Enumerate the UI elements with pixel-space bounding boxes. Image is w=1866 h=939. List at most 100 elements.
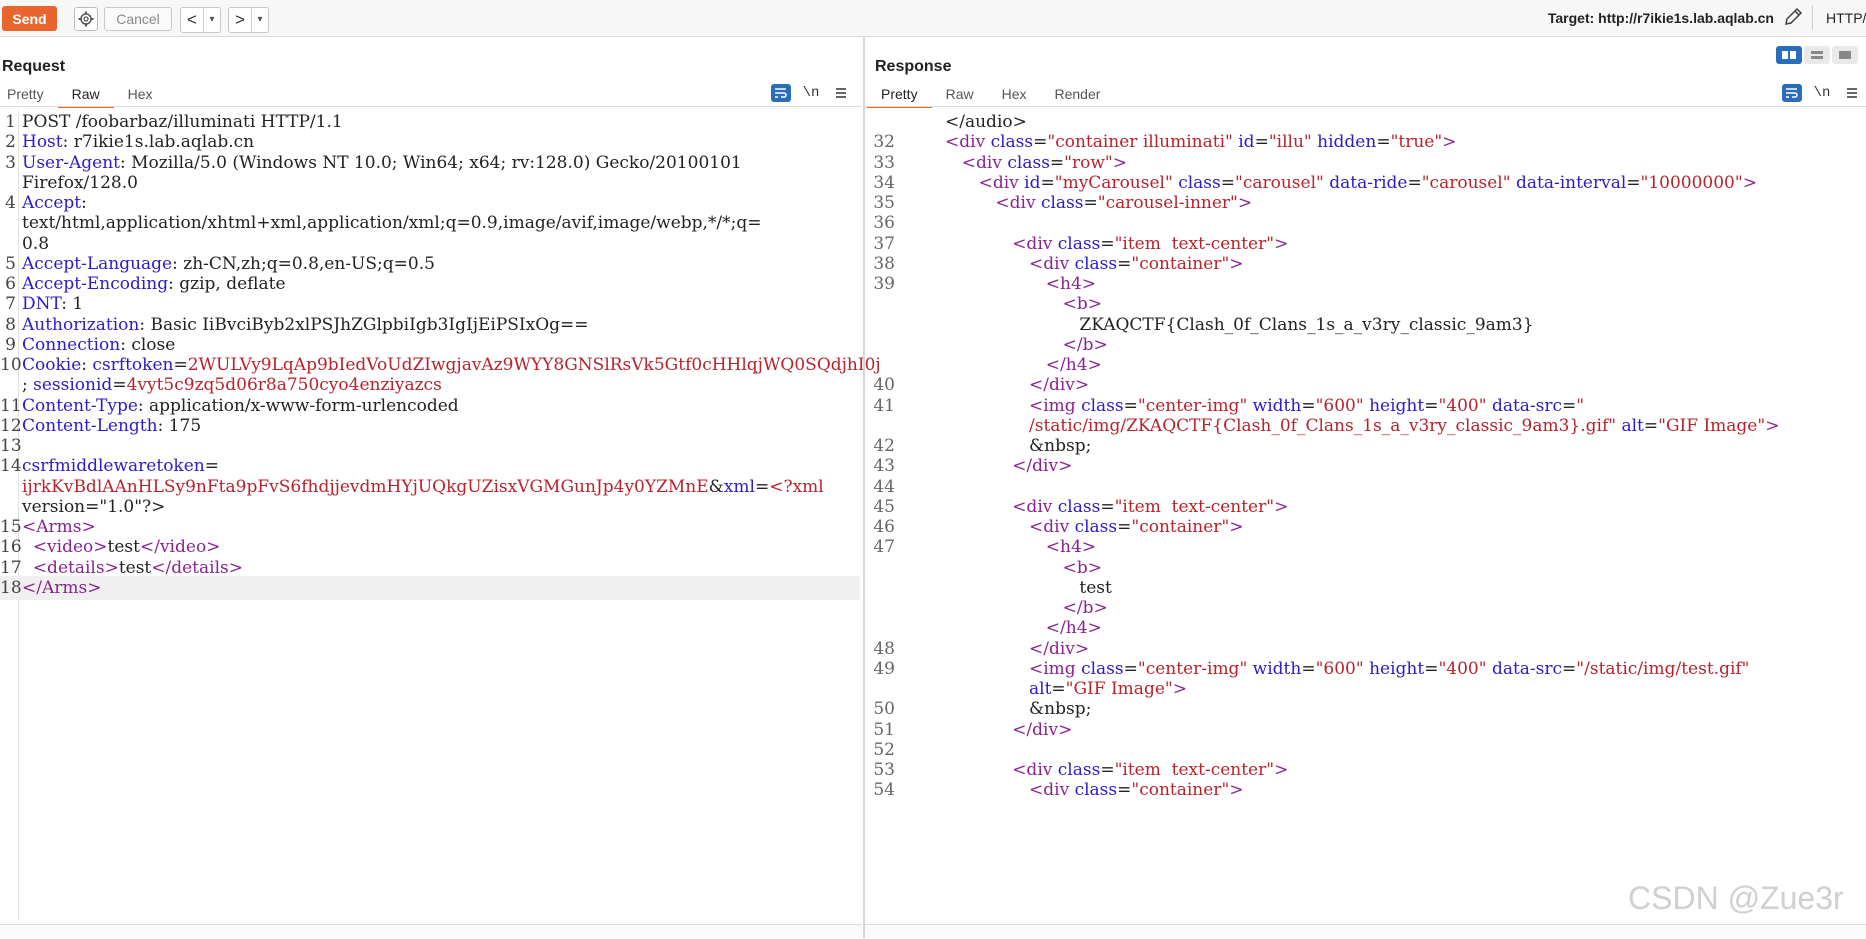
code-token: ZKAQCTF{Clash_0f_Clans_1s_a_v3ry_classic… [1079, 314, 1534, 335]
code-token: 4vyt5c9zq5d06r8a750cyo4enziyazcs [126, 375, 442, 396]
pencil-icon[interactable] [1782, 6, 1804, 28]
request-wrap-toggle[interactable] [771, 84, 791, 102]
code-token: > [1229, 253, 1244, 274]
response-tab-pretty[interactable]: Pretty [867, 84, 932, 108]
code-token: = [1100, 760, 1115, 780]
code-token: width [1252, 395, 1302, 416]
code-token: = [754, 476, 770, 497]
code-token: <div [1012, 233, 1058, 254]
line-number: 18 [0, 577, 22, 598]
code-token: Accept [22, 193, 82, 213]
gear-icon [78, 11, 94, 27]
code-token: : application/x-www-form-urlencoded [137, 395, 459, 416]
code-token: id [1024, 172, 1041, 193]
response-tab-raw[interactable]: Raw [932, 84, 988, 106]
response-title: Response [875, 58, 952, 75]
forward-button[interactable]: > [229, 10, 251, 30]
code-token: = [112, 375, 127, 396]
code-token: Content-Type [22, 395, 138, 416]
layout-horizontal-button[interactable] [1804, 46, 1830, 64]
code-token: "600" [1315, 395, 1364, 416]
layout-split-button[interactable] [1776, 46, 1802, 64]
request-title: Request [2, 58, 66, 75]
request-tab-pretty[interactable]: Pretty [0, 84, 58, 106]
back-button[interactable]: < [181, 10, 203, 30]
code-token: hidden [1317, 132, 1377, 153]
code-token: "myCarousel" [1054, 172, 1173, 193]
code-token: Content-Length [22, 415, 158, 436]
response-newline-toggle[interactable]: \n [1812, 84, 1832, 102]
code-token: & [708, 476, 724, 497]
code-token: = [1123, 658, 1138, 679]
code-token: > [1274, 233, 1289, 254]
code-token: "400" [1438, 658, 1487, 679]
code-token: ; [22, 375, 34, 396]
request-menu-button[interactable] [831, 84, 851, 102]
cancel-button[interactable]: Cancel [104, 7, 172, 31]
code-token: Host [22, 132, 63, 153]
response-wrap-toggle[interactable] [1782, 84, 1802, 102]
response-code-line[interactable]: 54 <div class="container"> [865, 778, 1866, 802]
forward-dropdown[interactable]: ▾ [251, 8, 268, 32]
code-token: test [118, 557, 152, 578]
code-token: = [1424, 395, 1439, 416]
code-token: = [1117, 253, 1132, 274]
code-token: </b> [1062, 334, 1108, 355]
code-token: <div [961, 152, 1008, 173]
code-token: </h4> [1045, 618, 1102, 639]
code-token: <div [1029, 253, 1075, 274]
code-token: </div> [1012, 456, 1073, 477]
request-code-line[interactable]: 18 </Arms> [0, 575, 860, 600]
response-tab-render[interactable]: Render [1041, 84, 1115, 106]
code-token: > [1742, 172, 1757, 193]
code-token: "container" [1131, 517, 1230, 537]
back-dropdown[interactable]: ▾ [203, 8, 220, 32]
code-token: = [1049, 152, 1065, 173]
code-token: </h4> [1045, 355, 1102, 375]
settings-button[interactable] [74, 7, 98, 31]
code-token: text/html,application/xhtml+xml,applicat… [22, 213, 762, 234]
code-token: > [1274, 760, 1289, 780]
code-token: </video> [139, 537, 221, 558]
code-token: class [1057, 233, 1101, 254]
send-button[interactable]: Send [2, 6, 57, 31]
code-token: > [1112, 152, 1127, 173]
response-tab-hex[interactable]: Hex [988, 84, 1041, 106]
code-token: POST /foobarbaz/illuminati HTTP/1.1 [22, 112, 343, 132]
code-token: <div [1012, 760, 1058, 780]
code-token: </div> [1012, 719, 1073, 740]
code-token: Cookie [22, 355, 82, 375]
code-token: <?xml [769, 476, 824, 497]
response-editor[interactable]: </audio> 32 <div class="container illumina… [865, 110, 1866, 920]
request-search-bar[interactable] [0, 924, 862, 939]
response-search-bar[interactable] [865, 924, 1866, 939]
code-token: 2WULVy9LqAp9bIedVoUdZIwgjavAz9WYY8GNSlRs… [187, 355, 881, 375]
code-token: <b> [1062, 557, 1102, 578]
back-nav-group: < ▾ [180, 7, 221, 33]
code-token: alt [1029, 679, 1052, 699]
http-version-label[interactable]: HTTP/ [1826, 10, 1866, 26]
request-newline-toggle[interactable]: \n [801, 84, 821, 102]
response-menu-button[interactable] [1842, 84, 1862, 102]
code-token: <b> [1062, 294, 1102, 315]
code-token: data-src [1491, 395, 1563, 416]
code-token: : Basic IiBvciByb2xlPSJhZGlpbiIgb3IgIjEi… [139, 314, 589, 335]
code-token: <div [945, 132, 991, 153]
code-token: id [1238, 132, 1255, 153]
code-token: = [1301, 658, 1316, 679]
code-token: "container illuminati" [1047, 132, 1233, 153]
request-tab-raw[interactable]: Raw [57, 84, 114, 108]
code-token: Authorization [22, 314, 140, 335]
response-tabs: Pretty Raw Hex Render [867, 84, 1115, 108]
layout-single-button[interactable] [1832, 46, 1858, 64]
code-token: > [1229, 780, 1244, 801]
request-tab-hex[interactable]: Hex [114, 84, 167, 106]
code-token: alt [1621, 415, 1644, 436]
code-token: = [1083, 193, 1098, 213]
code-token: class [1074, 253, 1118, 274]
request-editor[interactable]: 1 POST /foobarbaz/illuminati HTTP/1.1 2 Hos… [0, 110, 881, 920]
code-token: class [1040, 193, 1084, 213]
wrap-icon [1786, 88, 1798, 98]
